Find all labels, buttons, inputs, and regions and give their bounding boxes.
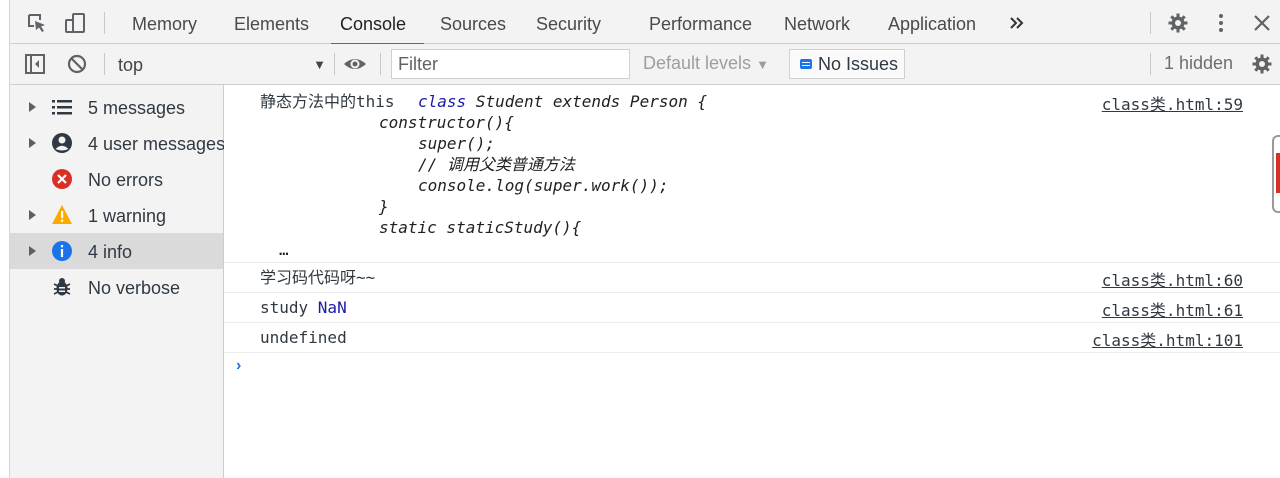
- console-sidebar: 5 messages 4 user messages No errors 1 w…: [10, 85, 226, 478]
- sidebar-item-label: 4 user messages: [88, 134, 226, 154]
- toolbar-divider: [334, 53, 335, 75]
- expand-ellipsis[interactable]: …: [279, 239, 289, 260]
- filter-input[interactable]: [391, 49, 630, 79]
- code-line: }: [379, 197, 389, 216]
- sidebar-item-user-messages[interactable]: 4 user messages: [10, 125, 226, 161]
- console-settings-gear-icon[interactable]: [1251, 53, 1273, 75]
- inspect-element-icon[interactable]: [26, 12, 48, 34]
- console-message: 静态方法中的this class Student extends Person …: [224, 85, 1280, 263]
- side-panel-handle[interactable]: [1272, 135, 1280, 213]
- bug-icon: [53, 278, 71, 296]
- live-expression-eye-icon[interactable]: [342, 53, 368, 75]
- toolbar-divider: [1150, 53, 1151, 75]
- toolbar-divider: [104, 12, 105, 34]
- tab-performance[interactable]: Performance: [649, 0, 752, 44]
- issues-button[interactable]: No Issues: [789, 49, 905, 79]
- info-icon: [52, 241, 72, 261]
- sidebar-item-info[interactable]: 4 info: [10, 233, 223, 269]
- sidebar-item-messages[interactable]: 5 messages: [10, 89, 223, 125]
- sidebar-item-label: No errors: [88, 170, 164, 190]
- code-keyword: class: [418, 92, 467, 111]
- console-toolbar: top ▼ Default levels ▼ No Issues 1 hidde…: [10, 44, 1280, 85]
- sidebar-item-label: No verbose: [88, 278, 181, 298]
- error-icon: [52, 169, 72, 189]
- hidden-count: 1 hidden: [1164, 53, 1234, 73]
- message-text: study NaN: [260, 297, 347, 318]
- warning-icon: [52, 205, 72, 224]
- expand-arrow-icon[interactable]: [29, 210, 36, 220]
- code-text: Student extends Person {: [466, 92, 707, 111]
- issues-icon: [800, 59, 812, 69]
- dropdown-caret-icon: ▼: [756, 57, 769, 72]
- user-icon: [52, 133, 72, 153]
- close-devtools-icon[interactable]: [1251, 12, 1273, 34]
- tab-network[interactable]: Network: [784, 0, 850, 44]
- tab-console[interactable]: Console: [330, 0, 425, 45]
- code-line: class Student extends Person {: [418, 91, 707, 112]
- toolbar-divider: [1150, 12, 1151, 34]
- tab-elements[interactable]: Elements: [234, 0, 309, 44]
- source-link[interactable]: class类.html:101: [1092, 327, 1243, 351]
- left-edge: [0, 0, 10, 478]
- source-link[interactable]: class类.html:59: [1102, 91, 1243, 115]
- expand-arrow-icon[interactable]: [29, 102, 36, 112]
- message-text: 学习码代码呀~~: [260, 268, 376, 287]
- dropdown-caret-icon: ▼: [313, 57, 326, 72]
- device-toolbar-icon[interactable]: [64, 12, 86, 34]
- context-selector[interactable]: top ▼: [118, 53, 326, 77]
- context-selector-value: top: [118, 55, 144, 75]
- tab-application[interactable]: Application: [888, 0, 976, 44]
- console-message: study NaN class类.html:61: [224, 293, 1280, 323]
- message-text: undefined: [260, 328, 347, 347]
- sidebar-item-label: 5 messages: [88, 98, 186, 118]
- toolbar-divider: [104, 53, 105, 75]
- source-link[interactable]: class类.html:61: [1102, 297, 1243, 321]
- console-message: 学习码代码呀~~ class类.html:60: [224, 263, 1280, 293]
- console-message: undefined class类.html:101: [224, 323, 1280, 353]
- message-label: study: [260, 298, 318, 317]
- devtools-tabbar: Memory Elements Console Sources Security…: [10, 0, 1280, 45]
- clear-console-icon[interactable]: [66, 53, 88, 75]
- issues-label: No Issues: [818, 54, 899, 74]
- sidebar-item-label: 1 warning: [88, 206, 167, 226]
- more-options-icon[interactable]: [1210, 12, 1232, 34]
- message-prefix: 静态方法中的this: [260, 92, 405, 111]
- settings-gear-icon[interactable]: [1167, 12, 1189, 34]
- expand-arrow-icon[interactable]: [29, 246, 36, 256]
- more-tabs-icon[interactable]: [1006, 12, 1028, 34]
- console-prompt[interactable]: ›: [236, 357, 241, 375]
- sidebar-item-label: 4 info: [88, 242, 133, 262]
- message-text: 静态方法中的this: [260, 91, 404, 112]
- source-link[interactable]: class类.html:60: [1102, 267, 1243, 291]
- show-sidebar-icon[interactable]: [24, 53, 46, 75]
- log-levels-label: Default levels: [643, 53, 752, 73]
- toolbar-divider: [380, 53, 381, 75]
- log-levels-dropdown[interactable]: Default levels ▼: [643, 53, 769, 74]
- sidebar-item-verbose[interactable]: No verbose: [10, 269, 223, 305]
- expand-arrow-icon[interactable]: [29, 138, 36, 148]
- sidebar-item-errors[interactable]: No errors: [10, 161, 223, 197]
- code-line: static staticStudy(){: [379, 218, 582, 237]
- console-output: 静态方法中的this class Student extends Person …: [224, 85, 1280, 478]
- tab-security[interactable]: Security: [536, 0, 601, 44]
- code-line: console.log(super.work());: [418, 176, 669, 195]
- code-line: // 调用父类普通方法: [418, 155, 575, 174]
- code-line: constructor(){: [379, 113, 514, 132]
- tab-memory[interactable]: Memory: [132, 0, 197, 44]
- code-line: super();: [418, 134, 496, 153]
- sidebar-item-warnings[interactable]: 1 warning: [10, 197, 223, 233]
- list-icon: [52, 100, 72, 115]
- message-value: NaN: [317, 298, 347, 317]
- tab-sources[interactable]: Sources: [440, 0, 506, 44]
